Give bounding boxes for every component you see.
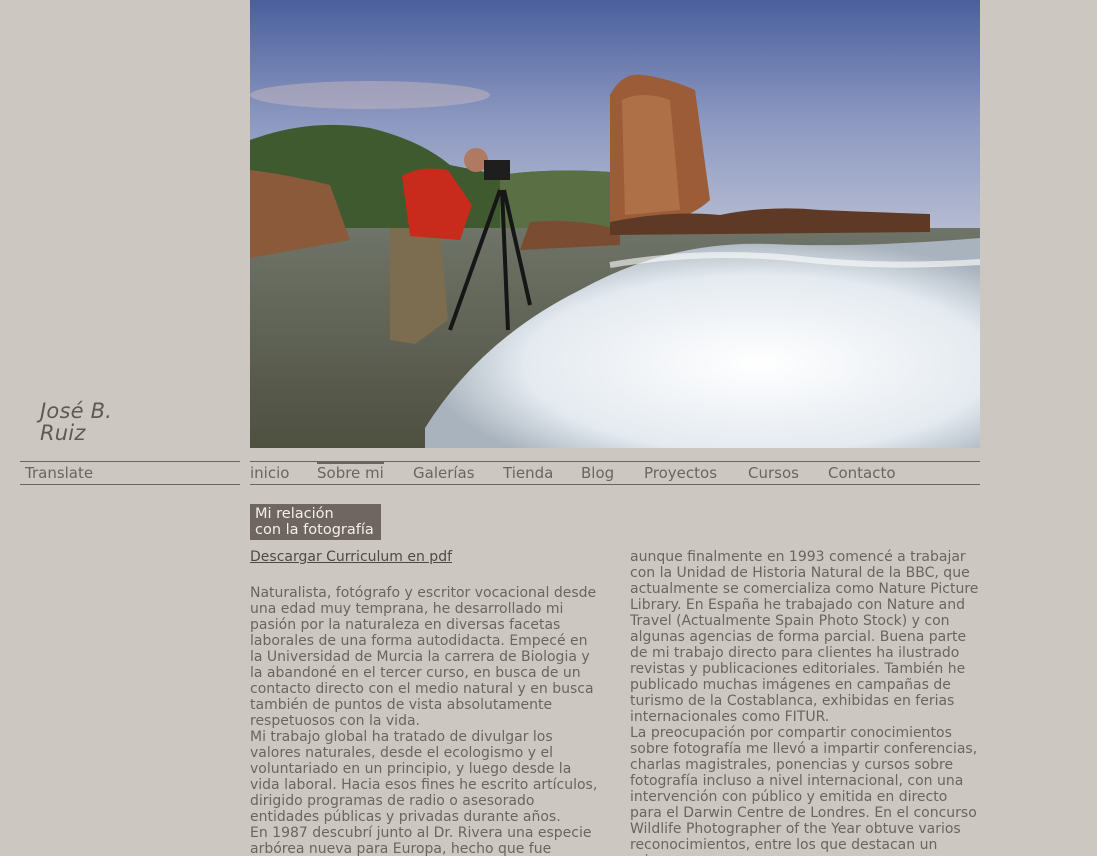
- paragraph: La preocupación por compartir conocimien…: [630, 725, 978, 856]
- hero-photo: [250, 0, 980, 448]
- content-column-right: aunque finalmente en 1993 comencé a trab…: [630, 549, 980, 856]
- nav-item-tienda[interactable]: Tienda: [503, 464, 553, 482]
- download-cv-link[interactable]: Descargar Curriculum en pdf: [250, 549, 452, 565]
- photographer-at-sea-image: [250, 0, 980, 448]
- site-title-line2: Ruiz: [40, 421, 86, 445]
- paragraph: Mi trabajo global ha tratado de divulgar…: [250, 729, 598, 825]
- content-column-left: Naturalista, fotógrafo y escritor vocaci…: [250, 585, 602, 856]
- site-title[interactable]: José B. Ruiz: [40, 400, 112, 444]
- nav-item-contacto[interactable]: Contacto: [828, 464, 896, 482]
- section-badge: Mi relación con la fotografía: [250, 504, 381, 540]
- nav-item-blog[interactable]: Blog: [581, 464, 614, 482]
- site-title-line1: José B.: [40, 399, 113, 423]
- paragraph: En 1987 descubrí junto al Dr. Rivera una…: [250, 825, 592, 856]
- translate-link[interactable]: Translate: [25, 464, 93, 482]
- paragraph: Naturalista, fotógrafo y escritor vocaci…: [250, 585, 597, 729]
- section-badge-line1: Mi relación: [255, 506, 334, 522]
- nav-item-inicio[interactable]: inicio: [250, 464, 289, 482]
- nav-item-proyectos[interactable]: Proyectos: [644, 464, 717, 482]
- nav-item-sobre-mi[interactable]: Sobre mi: [317, 461, 384, 482]
- main-nav: inicio Sobre mi Galerías Tienda Blog Pro…: [250, 461, 980, 485]
- nav-item-galerias[interactable]: Galerías: [413, 464, 475, 482]
- translate-bar: Translate: [20, 461, 240, 485]
- paragraph: aunque finalmente en 1993 comencé a trab…: [630, 549, 979, 725]
- section-badge-line2: con la fotografía: [255, 522, 374, 538]
- nav-item-cursos[interactable]: Cursos: [748, 464, 799, 482]
- page: José B. Ruiz Translate inicio Sobre mi G…: [0, 0, 1097, 856]
